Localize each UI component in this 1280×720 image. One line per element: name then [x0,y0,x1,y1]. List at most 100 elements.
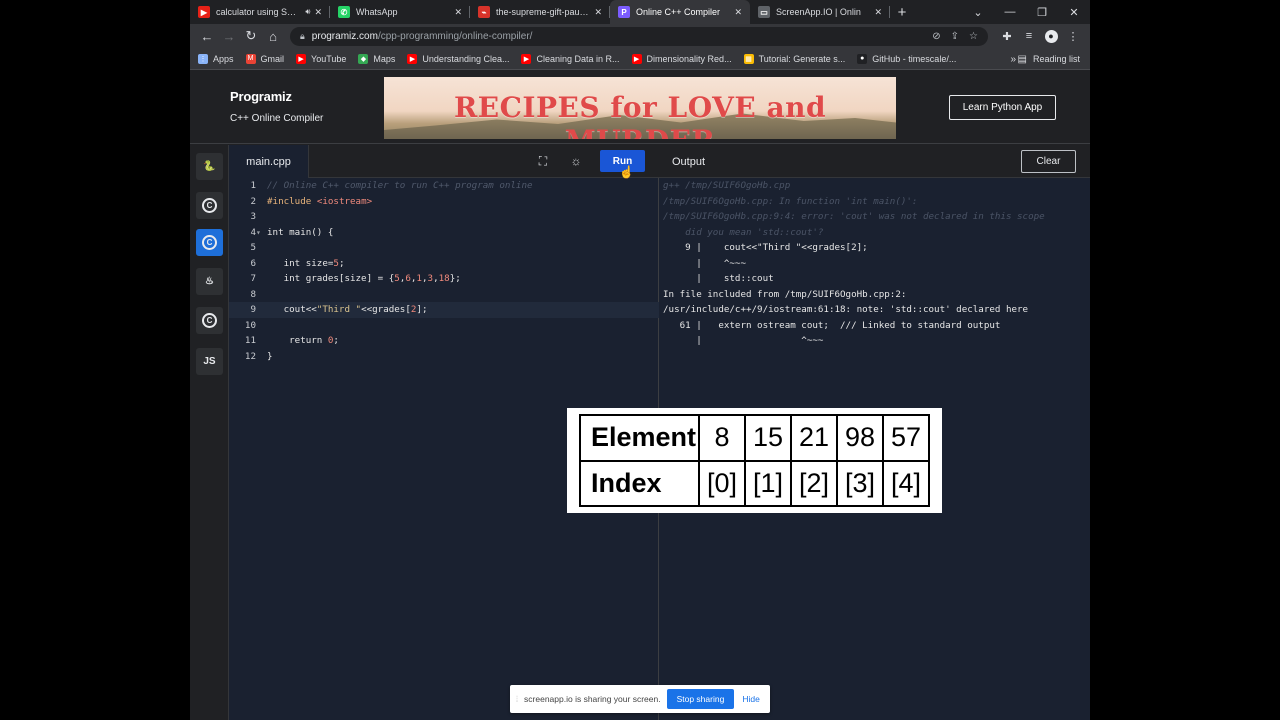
media-queue-icon[interactable]: ≡ [1018,25,1040,47]
code-line[interactable]: 11 return 0; [229,333,659,349]
output-line: did you mean 'std::cout'? [663,226,824,238]
fullscreen-icon[interactable]: ⛶ [534,152,552,170]
output-toolbar: Output Clear [659,145,1090,178]
sidebar-lang-button[interactable]: 🐍 [196,153,223,180]
site-header: Programiz C++ Online Compiler RECIPES fo… [190,71,1090,144]
output-line: | std::cout [663,273,774,284]
ad-title: RECIPES for LOVE and MURDER [453,91,827,139]
code-line[interactable]: 5 [229,240,659,256]
bookmark-label: Dimensionality Red... [646,53,732,64]
sidebar-lang-button[interactable]: ♨ [196,268,223,295]
address-path: /cpp-programming/online-compiler/ [377,30,533,42]
address-host: programiz.com [311,30,378,42]
tab-search-icon[interactable]: ⌄ [962,0,994,24]
browser-window: ▶ calculator using Switc 🔊︎ ✕ ✆ WhatsApp ✕ ⌁ the… [190,0,1090,720]
line-number: 8 [250,288,256,300]
browser-tab[interactable]: ▶ calculator using Switc 🔊︎ ✕ [190,0,330,24]
tab-close-icon[interactable]: ✕ [874,7,882,18]
programiz-logo[interactable]: Programiz [230,89,292,104]
forward-icon[interactable]: → [218,25,240,47]
file-tab-main-cpp[interactable]: main.cpp [229,145,309,178]
sidebar-lang-button[interactable]: C [196,192,223,219]
sidebar-lang-button[interactable]: C [196,307,223,334]
array-cell: 57 [881,414,931,462]
lock-icon[interactable]: 🔒︎ [300,31,305,42]
star-icon[interactable]: ☆ [969,31,978,42]
code-area[interactable]: 1 // Online C++ compiler to run C++ progr… [229,178,659,364]
tab-title: Online C++ Compiler [636,7,721,17]
js-icon: JS [203,356,216,367]
code-line[interactable]: 4 ▾ int main() { [229,225,659,241]
bookmark-item[interactable]: ▶ Dimensionality Red... [631,53,732,64]
reload-icon[interactable]: ↻ [240,25,262,47]
tab-favicon-icon: ▶ [198,6,210,18]
code-line[interactable]: 8 [229,287,659,303]
array-cell: [0] [698,459,747,507]
bookmark-item[interactable]: ● GitHub - timescale/... [857,53,956,64]
array-cell: [2] [790,459,838,507]
code-line[interactable]: 1 // Online C++ compiler to run C++ progr… [229,178,659,194]
share-icon[interactable]: ⇪ [951,31,959,42]
bookmark-favicon-icon: ⋮ [198,53,208,64]
browser-tab[interactable]: P Online C++ Compiler ✕ [610,0,750,24]
code-line[interactable]: 2 #include <iostream> [229,194,659,210]
language-sidebar: 🐍 C C ♨ C JS [190,145,229,720]
tab-close-icon[interactable]: ✕ [314,7,322,18]
minimize-icon[interactable]: — [994,0,1026,24]
tab-strip: ▶ calculator using Switc 🔊︎ ✕ ✆ WhatsApp ✕ ⌁ the… [190,0,1090,24]
tab-close-icon[interactable]: ✕ [734,7,742,18]
tab-close-icon[interactable]: ✕ [594,7,602,18]
line-number: 2 [250,195,256,207]
browser-tab[interactable]: ⌁ the-supreme-gift-paulo-c ✕ [470,0,610,24]
code-line[interactable]: 10 [229,318,659,334]
reading-list[interactable]: ▤ Reading list [1018,48,1080,70]
camera-off-icon[interactable]: ⊘ [932,31,940,42]
stop-sharing-button[interactable]: Stop sharing [666,689,735,709]
clear-button[interactable]: Clear [1021,150,1076,173]
bookmark-item[interactable]: ▦ Tutorial: Generate s... [743,53,845,64]
bookmark-item[interactable]: ▶ YouTube [296,53,346,64]
restore-icon[interactable]: ❐ [1026,0,1058,24]
bookmark-item[interactable]: ⋮ Apps [198,53,234,64]
back-icon[interactable]: ← [196,25,218,47]
browser-tab[interactable]: ✆ WhatsApp ✕ [330,0,470,24]
hide-button[interactable]: Hide [742,694,759,704]
fold-arrow-icon[interactable]: ▾ [256,225,261,241]
output-title: Output [672,155,706,168]
sidebar-lang-button[interactable]: JS [196,348,223,375]
code-line[interactable]: 9 cout<<"Third "<<grades[2]; [229,302,659,318]
bookmark-item[interactable]: M Gmail [245,53,284,64]
drag-handle-icon[interactable]: ⦙ [516,694,518,705]
tab-close-icon[interactable]: ✕ [454,7,462,18]
bookmarks-overflow-icon[interactable]: » [1010,48,1016,70]
learn-python-app-button[interactable]: Learn Python App [949,95,1056,120]
theme-toggle-icon[interactable]: ☼ [567,152,585,170]
profile-icon[interactable]: ● [1040,25,1062,47]
screen-share-bar: ⦙ screenapp.io is sharing your screen. S… [510,685,770,713]
line-number: 12 [244,350,256,362]
array-row-header: Element [578,414,701,462]
browser-tab[interactable]: ▭ ScreenApp.IO | Onlin ✕ [750,0,890,24]
ad-banner[interactable]: RECIPES for LOVE and MURDER [384,77,896,139]
array-cell: [3] [835,459,884,507]
address-bar[interactable]: 🔒︎ programiz.com/cpp-programming/online-… [290,26,988,46]
code-line[interactable]: 6 int size=5; [229,256,659,272]
sidebar-lang-button[interactable]: C [196,229,223,256]
menu-icon[interactable]: ⋮ [1062,25,1084,47]
audio-playing-icon[interactable]: 🔊︎ [305,7,310,17]
output-line: In file included from /tmp/SUIF6OgoHb.cp… [663,288,907,300]
line-code: #include <iostream> [267,195,373,207]
new-tab-icon[interactable]: + [890,0,914,24]
extensions-icon[interactable]: ✚ [996,25,1018,47]
bookmark-item[interactable]: ▶ Cleaning Data in R... [521,53,620,64]
array-cell: [4] [881,459,931,507]
line-number: 10 [244,319,256,331]
array-table-row: Index [0] [1] [2] [3] [4] [578,459,931,507]
code-line[interactable]: 3 [229,209,659,225]
home-icon[interactable]: ⌂ [262,25,284,47]
bookmark-item[interactable]: ▶ Understanding Clea... [407,53,509,64]
code-line[interactable]: 12} [229,349,659,365]
close-window-icon[interactable]: ✕ [1058,0,1090,24]
code-line[interactable]: 7 int grades[size] = {5,6,1,3,18}; [229,271,659,287]
bookmark-item[interactable]: ◆ Maps [358,53,395,64]
